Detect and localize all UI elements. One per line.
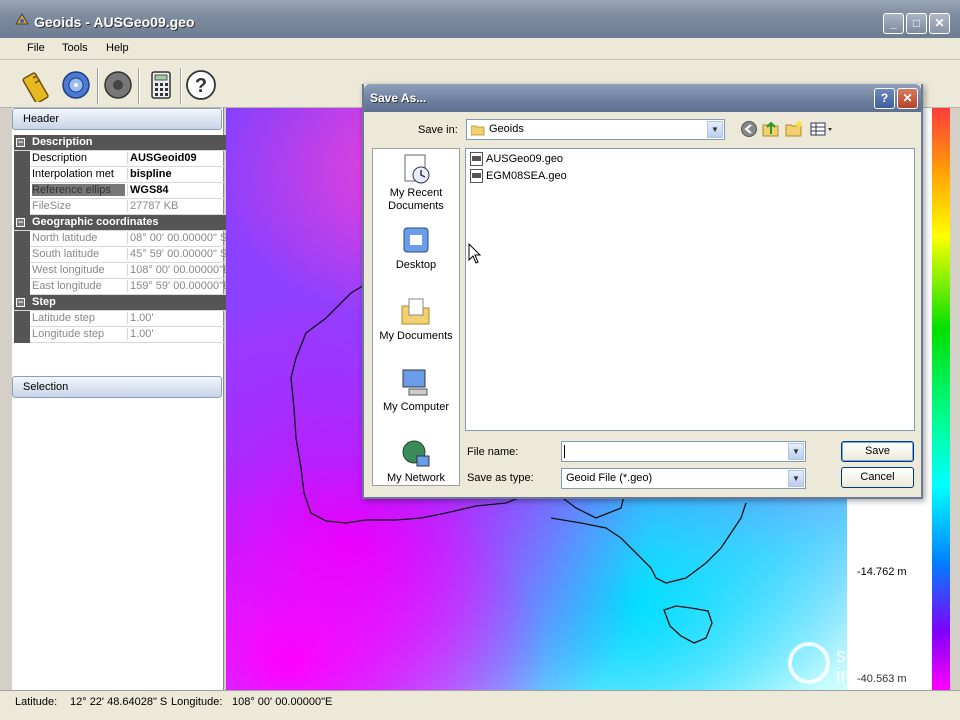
text-caret: [564, 445, 565, 458]
status-bar: Latitude: 12° 22' 48.64028" S Longitude:…: [0, 690, 960, 720]
selection-panel-title[interactable]: Selection: [12, 376, 222, 398]
folder-icon: [471, 125, 485, 136]
property-grid: − Description Description AUSGeoid09 Int…: [14, 135, 234, 343]
property-row[interactable]: South latitude 45° 59' 00.00000" S: [14, 247, 234, 263]
cancel-button[interactable]: Cancel: [841, 467, 914, 488]
calculator-icon[interactable]: [144, 68, 178, 102]
save-as-dialog: Save As... ? ✕ Save in: Geoids ▼ My Rece…: [362, 84, 923, 499]
place-desktop[interactable]: Desktop: [373, 225, 459, 272]
my-documents-icon: [401, 298, 430, 325]
status-longitude-value: 108° 00' 00.00000"E: [232, 696, 333, 708]
chevron-down-icon[interactable]: ▼: [707, 121, 723, 138]
toolbar-separator: [180, 68, 182, 104]
save-in-label: Save in:: [418, 124, 458, 136]
color-scale-bar: [932, 108, 950, 690]
dialog-titlebar[interactable]: Save As... ? ✕: [364, 84, 921, 112]
menubar: File Tools Help: [0, 38, 960, 60]
minimize-button[interactable]: _: [883, 13, 904, 34]
toolbar-separator: [138, 68, 140, 104]
toolbar-separator: [97, 68, 99, 104]
status-longitude-label: Longitude:: [171, 696, 223, 708]
watermark-text: software informer: [836, 645, 847, 687]
property-row[interactable]: Latitude step 1.00': [14, 311, 234, 327]
file-name-input[interactable]: ▼: [561, 441, 806, 462]
places-bar: My Recent Documents Desktop My Documents…: [372, 148, 460, 486]
window-titlebar: Geoids - AUSGeo09.geo _ □ ✕: [0, 0, 960, 38]
back-icon[interactable]: [740, 120, 758, 138]
maximize-button[interactable]: □: [906, 13, 927, 34]
new-folder-icon[interactable]: [785, 120, 803, 138]
chevron-down-icon[interactable]: ▼: [788, 470, 804, 487]
property-row[interactable]: Interpolation met bispline: [14, 167, 234, 183]
place-my-computer[interactable]: My Computer: [373, 367, 459, 414]
property-row[interactable]: East longitude 159° 59' 00.00000"E: [14, 279, 234, 295]
legend-label: -14.762 m: [857, 566, 907, 578]
save-as-type-label: Save as type:: [467, 472, 534, 484]
place-my-documents[interactable]: My Documents: [373, 296, 459, 343]
watermark-logo-icon: [788, 642, 830, 684]
geo-file-icon: [470, 169, 483, 183]
menu-tools[interactable]: Tools: [62, 42, 88, 54]
property-row[interactable]: Longitude step 1.00': [14, 327, 234, 343]
disc-icon[interactable]: [59, 68, 93, 102]
dialog-close-button[interactable]: ✕: [897, 88, 918, 109]
status-latitude-label: Latitude:: [15, 696, 58, 708]
file-list[interactable]: AUSGeo09.geo EGM08SEA.geo: [465, 148, 915, 431]
save-in-dropdown[interactable]: Geoids ▼: [466, 119, 725, 140]
place-my-network[interactable]: My Network: [373, 438, 459, 485]
desktop-icon: [403, 227, 429, 253]
ruler-icon[interactable]: [22, 68, 56, 102]
save-button[interactable]: Save: [841, 441, 914, 462]
collapse-icon[interactable]: −: [16, 218, 25, 227]
app-icon: [15, 13, 29, 25]
menu-help[interactable]: Help: [106, 42, 129, 54]
geo-file-icon: [470, 152, 483, 166]
save-as-type-dropdown[interactable]: Geoid File (*.geo) ▼: [561, 468, 806, 489]
menu-file[interactable]: File: [27, 42, 45, 54]
property-row[interactable]: FileSize 27787 KB: [14, 199, 234, 215]
my-computer-icon: [402, 369, 428, 396]
my-network-icon: [402, 440, 430, 467]
view-menu-icon[interactable]: [810, 120, 834, 138]
collapse-icon[interactable]: −: [16, 138, 25, 147]
property-row[interactable]: Description AUSGeoid09: [14, 151, 234, 167]
property-row[interactable]: North latitude 08° 00' 00.00000" S: [14, 231, 234, 247]
up-folder-icon[interactable]: [762, 120, 780, 138]
category-step[interactable]: − Step: [14, 295, 234, 311]
close-button[interactable]: ✕: [929, 13, 950, 34]
place-my-recent-documents[interactable]: My Recent Documents: [373, 153, 459, 213]
category-description[interactable]: − Description: [14, 135, 234, 151]
legend-label: -40.563 m: [857, 673, 907, 685]
property-row[interactable]: West longitude 108° 00' 00.00000"E: [14, 263, 234, 279]
help-glyph: ?: [195, 75, 207, 97]
chevron-down-icon[interactable]: ▼: [788, 443, 804, 460]
recent-documents-icon: [404, 154, 430, 184]
collapse-icon[interactable]: −: [16, 298, 25, 307]
category-geographic-coordinates[interactable]: − Geographic coordinates: [14, 215, 234, 231]
help-icon[interactable]: ?: [184, 68, 218, 102]
dialog-title: Save As...: [370, 91, 427, 105]
dialog-help-button[interactable]: ?: [874, 88, 895, 109]
globe-icon[interactable]: [101, 68, 135, 102]
window-title: Geoids - AUSGeo09.geo: [34, 14, 195, 30]
status-latitude-value: 12° 22' 48.64028" S: [70, 696, 168, 708]
mouse-cursor-icon: [468, 243, 482, 264]
header-panel-title[interactable]: Header: [12, 108, 222, 130]
file-name-label: File name:: [467, 446, 519, 458]
property-row[interactable]: Reference ellips WGS84: [14, 183, 234, 199]
